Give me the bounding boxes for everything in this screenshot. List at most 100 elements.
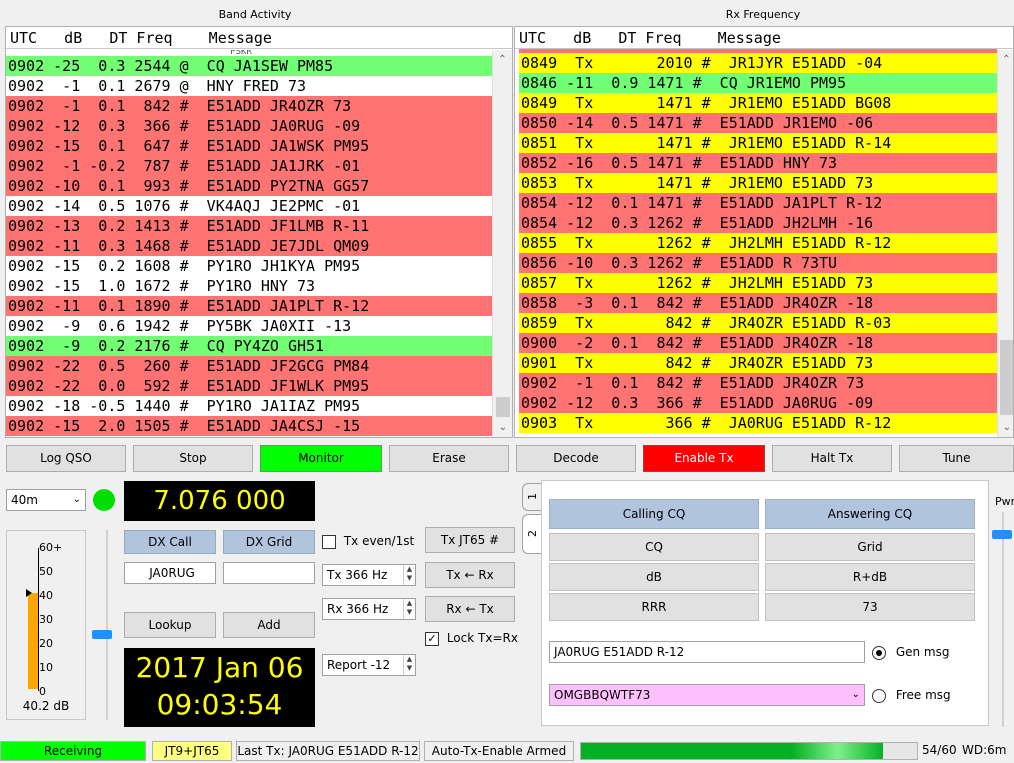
gen-msg-radio[interactable]: Gen msg [872,642,950,662]
spin-arrows-icon[interactable]: ▲ ▼ [403,565,415,585]
db-button[interactable]: dB [549,563,759,591]
meter-tick: 30 [39,613,53,626]
message-row[interactable]: 0853 Tx 1471 # JR1EMO E51ADD 73 [519,173,997,193]
seventy-three-button[interactable]: 73 [765,593,975,621]
message-row[interactable]: 0902 -1 -0.2 787 # E51ADD JA1JRK -01 [6,156,492,176]
r-db-button[interactable]: R+dB [765,563,975,591]
message-row[interactable]: 0855 Tx 1262 # JH2LMH E51ADD R-12 [519,233,997,253]
monitor-button[interactable]: Monitor [260,445,382,472]
pwr-label: Pwr [995,495,1014,508]
band-select[interactable]: 40m ⌄ [6,489,86,511]
message-row[interactable]: 0902 -1 0.1 842 # E51ADD JR4OZR 73 [6,96,492,116]
gen-msg-input[interactable]: JA0RUG E51ADD R-12 [549,641,865,663]
scroll-down-icon[interactable]: ⌄ [493,418,512,437]
stop-button[interactable]: Stop [133,445,253,472]
dx-call-input[interactable]: JA0RUG [124,562,216,584]
message-row[interactable]: 0902 -1 0.1 842 # E51ADD JR4OZR 73 [519,373,997,393]
rx-frequency-list[interactable]: 0849 Tx 2010 # JR1JYR E51ADD -04 0846 -11… [519,53,997,437]
message-row[interactable]: 0854 -12 0.3 1262 # E51ADD JH2LMH -16 [519,213,997,233]
tx-from-rx-button[interactable]: Tx ← Rx [425,562,515,588]
log-qso-button[interactable]: Log QSO [6,445,126,472]
message-row[interactable]: 0849 Tx 2010 # JR1JYR E51ADD -04 [519,53,997,73]
message-row[interactable]: 0902 -15 0.1 647 # E51ADD JA1WSK PM95 [6,136,492,156]
decode-button[interactable]: Decode [516,445,636,472]
radio-selected-icon[interactable] [872,645,886,660]
add-button[interactable]: Add [223,612,315,638]
halt-tx-button[interactable]: Halt Tx [772,445,892,472]
tune-button[interactable]: Tune [899,445,1014,472]
message-row[interactable]: 0902 -18 -0.5 1440 # PY1RO JA1IAZ PM95 [6,396,492,416]
message-row[interactable]: 0857 Tx 1262 # JH2LMH E51ADD 73 [519,273,997,293]
message-row[interactable]: 0902 -15 2.0 1505 # E51ADD JA4CSJ -15 [6,416,492,436]
lookup-button[interactable]: Lookup [124,612,216,638]
message-row[interactable]: 0902 -15 1.0 1672 # PY1RO HNY 73 [6,276,492,296]
slider-handle[interactable] [92,630,112,639]
message-row[interactable]: 0854 -12 0.1 1471 # E51ADD JA1PLT R-12 [519,193,997,213]
enable-tx-button[interactable]: Enable Tx [643,445,765,472]
message-row[interactable]: 0903 Tx 366 # JA0RUG E51ADD R-12 [519,413,997,433]
message-row[interactable]: 0849 Tx 1471 # JR1EMO E51ADD BG08 [519,93,997,113]
cq-button[interactable]: CQ [549,533,759,561]
lock-tx-rx-checkbox[interactable]: ✓ Lock Tx=Rx [425,628,518,648]
scroll-thumb[interactable] [1000,340,1013,415]
rx-freq-spinbox[interactable]: Rx 366 Hz ▲ ▼ [322,598,416,620]
message-row[interactable]: 0902 -9 0.6 1942 # PY5BK JA0XII -13 [6,316,492,336]
message-row[interactable]: 0902 -22 0.5 260 # E51ADD JF2GCG PM84 [6,356,492,376]
message-row[interactable]: 0902 -12 0.3 366 # E51ADD JA0RUG -09 [6,116,492,136]
rx-from-tx-button[interactable]: Rx ← Tx [425,596,515,622]
slider-handle[interactable] [992,530,1012,539]
grid-button[interactable]: Grid [765,533,975,561]
message-row[interactable]: 0851 Tx 1471 # JR1EMO E51ADD R-14 [519,133,997,153]
spin-arrows-icon[interactable]: ▲ ▼ [403,599,415,619]
free-msg-value: OMGBBQWTF73 [554,688,651,702]
message-row[interactable]: 0901 Tx 842 # JR4OZR E51ADD 73 [519,353,997,373]
scroll-up-icon[interactable]: ⌃ [493,50,512,70]
tx-freq-spinbox[interactable]: Tx 366 Hz ▲ ▼ [322,564,416,586]
tx-mode-button[interactable]: Tx JT65 # [425,527,515,553]
tab-2[interactable]: 2 [522,514,542,554]
message-row[interactable]: 0858 -3 0.1 842 # E51ADD JR4OZR -18 [519,293,997,313]
message-row[interactable]: 0859 Tx 842 # JR4OZR E51ADD R-03 [519,313,997,333]
tx-even-checkbox[interactable]: Tx even/1st [322,531,414,551]
message-row[interactable]: 0902 -15 0.2 1608 # PY1RO JH1KYA PM95 [6,256,492,276]
tab-1[interactable]: 1 [522,483,542,511]
radio-icon[interactable] [872,688,886,703]
message-row[interactable]: 0902 -10 0.1 993 # E51ADD PY2TNA GG57 [6,176,492,196]
report-spinbox[interactable]: Report -12 ▲ ▼ [322,654,416,676]
message-row[interactable]: 0902 -25 0.3 2544 @ CQ JA1SEW PM85 [6,56,492,76]
message-row[interactable]: 0900 -2 0.1 842 # E51ADD JR4OZR -18 [519,333,997,353]
scroll-up-icon[interactable]: ⌃ [998,50,1013,70]
message-row[interactable]: 0902 -9 0.2 2176 # CQ PY4ZO GH51 [6,336,492,356]
erase-button[interactable]: Erase [389,445,509,472]
power-slider[interactable] [992,512,1012,727]
message-row[interactable]: 0902 -11 0.3 1468 # E51ADD JE7JDL QM09 [6,236,492,256]
dx-grid-input[interactable] [223,562,315,584]
rrr-button[interactable]: RRR [549,593,759,621]
message-row[interactable]: 0902 -1 0.1 2679 @ HNY FRED 73 [6,76,492,96]
message-row[interactable]: 0856 -10 0.3 1262 # E51ADD R 73TU [519,253,997,273]
message-row[interactable]: 0846 -11 0.9 1471 # CQ JR1EMO PM95 [519,73,997,93]
message-row[interactable]: 0902 -12 0.3 366 # E51ADD JA0RUG -09 [519,393,997,413]
free-msg-combo[interactable]: OMGBBQWTF73 ⌄ [549,684,865,706]
message-row[interactable]: 0902 -22 0.0 592 # E51ADD JF1WLK PM95 [6,376,492,396]
progress-label: 54/60 [922,743,957,757]
message-row[interactable]: 0902 -13 0.2 1413 # E51ADD JF1LMB R-11 [6,216,492,236]
message-row[interactable]: 0902 -14 0.5 1076 # VK4AQJ JE2PMC -01 [6,196,492,216]
band-activity-list[interactable]: PSKR 0902 -25 0.3 2544 @ CQ JA1SEW PM85 0… [6,50,492,437]
rx-frequency-panel: UTC dB DT Freq Message 0849 Tx 2010 # JR… [514,26,1014,438]
rx-frequency-scrollbar[interactable]: ⌃ ⌄ [997,50,1013,437]
message-row[interactable]: 0850 -14 0.5 1471 # E51ADD JR1EMO -06 [519,113,997,133]
message-row[interactable]: 0902 -11 0.1 1890 # E51ADD JA1PLT R-12 [6,296,492,316]
receiving-status: Receiving [0,741,146,761]
band-activity-scrollbar[interactable]: ⌃ ⌄ [492,50,512,437]
checkmark-icon[interactable]: ✓ [425,631,439,646]
scroll-down-icon[interactable]: ⌄ [998,418,1013,437]
message-row[interactable]: 0852 -16 0.5 1471 # E51ADD HNY 73 [519,153,997,173]
frequency-display: 7.076 000 [124,481,315,521]
rx-gain-slider[interactable] [92,530,116,720]
scroll-thumb[interactable] [496,397,510,417]
free-msg-radio[interactable]: Free msg [872,685,951,705]
spin-arrows-icon[interactable]: ▲ ▼ [403,655,415,675]
auto-tx-status: Auto-Tx-Enable Armed [424,741,574,761]
checkbox-icon[interactable] [322,534,336,549]
